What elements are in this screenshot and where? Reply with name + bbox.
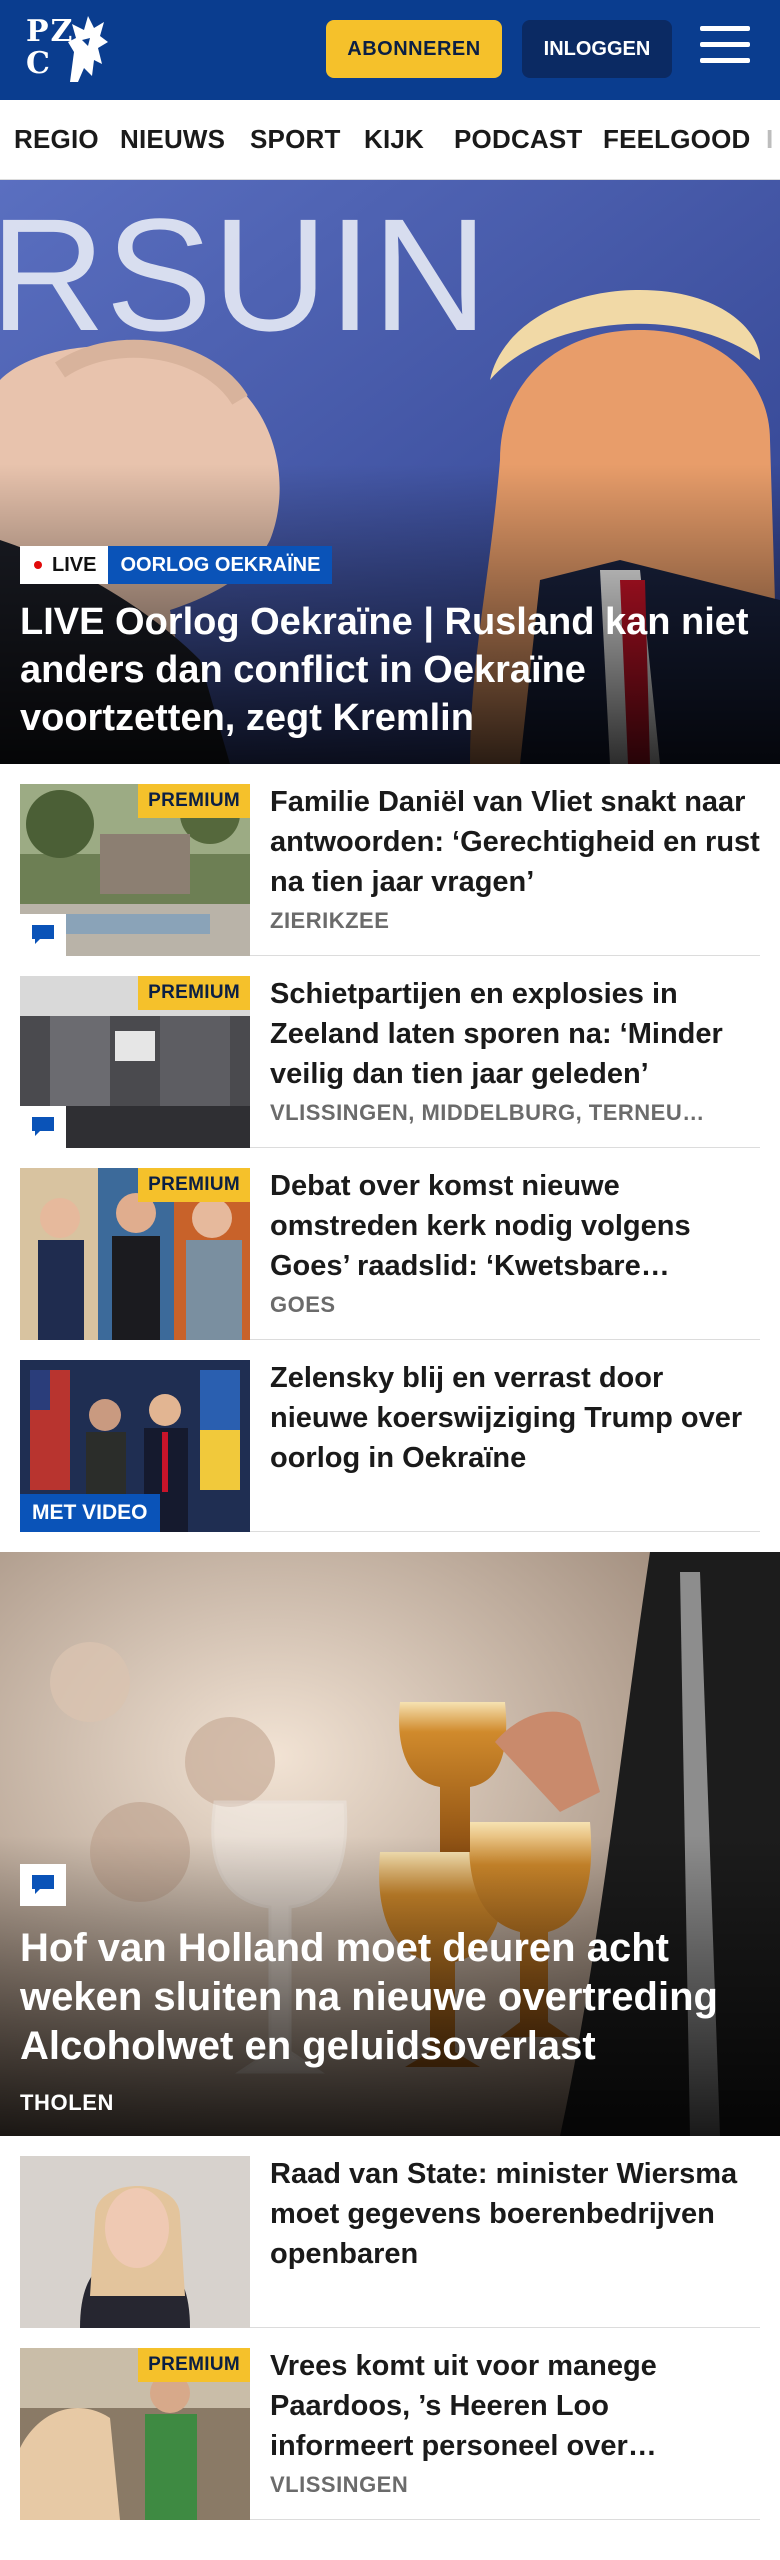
live-badge-label: LIVE [52, 554, 97, 576]
hero-tags: LIVE OORLOG OEKRAÏNE [20, 546, 333, 584]
topic-badge[interactable]: OORLOG OEKRAÏNE [108, 546, 333, 584]
article-thumbnail [20, 2156, 250, 2328]
login-button[interactable]: INLOGGEN [522, 20, 672, 78]
article-location: VLISSINGEN, MIDDELBURG, TERNEU… [270, 1100, 705, 1125]
article-location: GOES [270, 1292, 336, 1317]
nav-item-regio[interactable]: REGIO [14, 124, 99, 155]
nav-item-feelgood[interactable]: FEELGOOD [603, 124, 751, 155]
menu-icon[interactable] [700, 26, 752, 72]
live-dot-icon [34, 561, 42, 569]
article-thumbnail: MET VIDEO [20, 1360, 250, 1532]
hero-backdrop-text: RSUIN [0, 185, 488, 364]
article-title[interactable]: Vrees komt uit voor manege Paardoos, ’s … [270, 2346, 760, 2466]
article-title[interactable]: Schietpartijen en explosies in Zeeland l… [270, 974, 760, 1094]
list-item[interactable]: PREMIUM Schietpartijen en explosies in Z… [20, 956, 760, 1148]
hero-article[interactable]: RSUIN LIVE OORLOG OEKRAÏNE LIVE Oorlog O… [0, 180, 780, 764]
list-item[interactable]: MET VIDEO Zelensky blij en verrast door … [20, 1340, 760, 1532]
article-title[interactable]: Familie Daniël van Vliet snakt naar antw… [270, 782, 760, 902]
live-badge: LIVE [20, 546, 109, 584]
premium-badge: PREMIUM [138, 1168, 250, 1202]
article-title[interactable]: Zelensky blij en verrast door nieuwe koe… [270, 1358, 760, 1478]
premium-badge: PREMIUM [138, 976, 250, 1010]
top-bar: PZ C ABONNEREN INLOGGEN [0, 0, 780, 100]
list-item[interactable]: PREMIUM Debat over komst nieuwe omstrede… [20, 1148, 760, 1340]
nav-item-sport[interactable]: SPORT [250, 124, 341, 155]
article-title[interactable]: Debat over komst nieuwe omstreden kerk n… [270, 1166, 760, 1286]
article-thumbnail: PREMIUM [20, 1168, 250, 1340]
feature-title[interactable]: Hof van Holland moet deuren acht weken s… [20, 1924, 760, 2071]
article-thumbnail: PREMIUM [20, 2348, 250, 2520]
article-location: ZIERIKZEE [270, 908, 390, 933]
comment-icon [20, 1864, 66, 1906]
premium-badge: PREMIUM [138, 2348, 250, 2382]
article-title[interactable]: Raad van State: minister Wiersma moet ge… [270, 2154, 760, 2274]
feature-article[interactable]: Hof van Holland moet deuren acht weken s… [0, 1552, 780, 2136]
lion-icon [68, 16, 108, 82]
article-thumbnail: PREMIUM [20, 784, 250, 956]
hero-title[interactable]: LIVE Oorlog Oekraïne | Rusland kan niet … [20, 598, 760, 742]
site-logo[interactable]: PZ C [26, 12, 112, 88]
subscribe-button[interactable]: ABONNEREN [326, 20, 502, 78]
premium-badge: PREMIUM [138, 784, 250, 818]
nav-item-podcast[interactable]: PODCAST [454, 124, 583, 155]
section-nav: REGIO NIEUWS SPORT KIJK PODCAST FEELGOOD… [0, 100, 780, 180]
nav-item-nieuws[interactable]: NIEUWS [120, 124, 225, 155]
list-item[interactable]: Raad van State: minister Wiersma moet ge… [20, 2136, 760, 2328]
comment-icon [20, 914, 66, 956]
article-location: VLISSINGEN [270, 2472, 409, 2497]
article-thumbnail: PREMIUM [20, 976, 250, 1148]
nav-item-kijk[interactable]: KIJK [364, 124, 424, 155]
feature-location: THOLEN [20, 2090, 115, 2115]
list-item[interactable]: PREMIUM Familie Daniël van Vliet snakt n… [20, 764, 760, 956]
nav-overflow-indicator: I [766, 124, 774, 154]
list-item[interactable]: PREMIUM Vrees komt uit voor manege Paard… [20, 2328, 760, 2520]
video-badge: MET VIDEO [20, 1494, 160, 1532]
comment-icon [20, 1106, 66, 1148]
